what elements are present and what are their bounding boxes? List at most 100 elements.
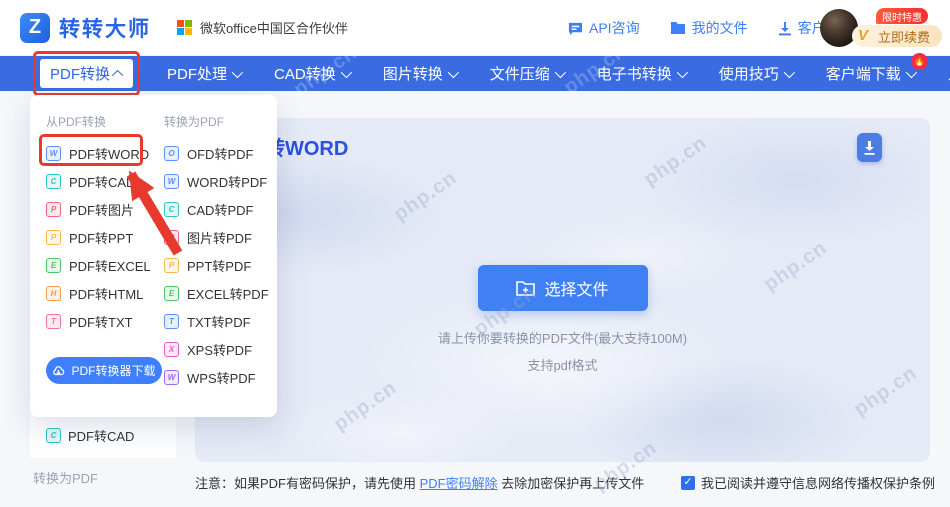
pdf-converter-download-button[interactable]: PDF转换器下载 (46, 357, 162, 384)
dropdown-item-pdf-to-excel[interactable]: E PDF转EXCEL (46, 251, 150, 279)
dropdown-item-pdf-to-image[interactable]: P PDF转图片 (46, 195, 150, 223)
dropdown-column-header: 从PDF转换 (46, 113, 150, 131)
dropdown-column-header: 转换为PDF (164, 113, 277, 131)
note-text: 注意：如果PDF有密码保护，请先使用 (195, 476, 420, 491)
chevron-down-icon (784, 66, 795, 77)
nav-item-client-download[interactable]: 客户端下载 🔥 (826, 63, 914, 84)
agreement-label: 我已阅读并遵守信息网络传播权保护条例 (701, 473, 935, 492)
pdf-convert-dropdown: 从PDF转换 W PDF转WORD C PDF转CAD P PDF转图片 P P… (30, 95, 277, 417)
file-type-icon: E (164, 286, 179, 301)
file-type-icon: T (46, 314, 61, 329)
file-type-icon: W (46, 146, 61, 161)
dropdown-item-excel-to-pdf[interactable]: E EXCEL转PDF (164, 279, 277, 307)
nav-item-image-convert[interactable]: 图片转换 (383, 63, 456, 84)
dropdown-item-wps-to-pdf[interactable]: W WPS转PDF (164, 363, 277, 391)
password-note: 注意：如果PDF有密码保护，请先使用 PDF密码解除 去除加密保护再上传文件 (195, 473, 644, 492)
upload-panel: PDF转WORD 选择文件 请上传你要转换的PDF文件(最大支持100M) 支持… (195, 118, 930, 462)
user-avatar[interactable] (820, 9, 858, 47)
nav-item-ebook-convert[interactable]: 电子书转换 (597, 63, 685, 84)
main-nav: PDF转换 PDF处理 CAD转换 图片转换 文件压缩 电子书转换 使用技巧 客… (0, 56, 950, 91)
upload-hint: 请上传你要转换的PDF文件(最大支持100M) (438, 328, 687, 347)
chat-icon (568, 21, 583, 36)
dropdown-item-ppt-to-pdf[interactable]: P PPT转PDF (164, 251, 277, 279)
site-title: 转转大师 (59, 13, 151, 43)
nav-label: 客户端下载 (826, 63, 901, 84)
dropdown-item-txt-to-pdf[interactable]: T TXT转PDF (164, 307, 277, 335)
api-consult-label: API咨询 (589, 18, 640, 38)
sidebar-section-to-pdf: 转换为PDF (33, 468, 98, 487)
fire-icon: 🔥 (911, 53, 928, 70)
file-type-icon: P (164, 230, 179, 245)
dropdown-item-image-to-pdf[interactable]: P 图片转PDF (164, 223, 277, 251)
chevron-up-icon (112, 69, 123, 80)
vip-icon: V (858, 27, 868, 44)
my-files-link[interactable]: 我的文件 (670, 18, 748, 38)
dropdown-item-pdf-to-cad[interactable]: C PDF转CAD (46, 167, 150, 195)
nav-label: 电子书转换 (597, 63, 672, 84)
chevron-down-icon (677, 66, 688, 77)
note-text: 去除加密保护再上传文件 (498, 476, 645, 491)
file-type-icon: W (164, 370, 179, 385)
chevron-down-icon (447, 66, 458, 77)
nav-label: 文件压缩 (490, 63, 550, 84)
header: Z 转转大师 微软office中国区合作伙伴 API咨询 我的文件 客户端 V … (0, 0, 950, 56)
nav-label: 使用技巧 (719, 63, 779, 84)
file-type-icon: X (164, 342, 179, 357)
dropdown-item-pdf-to-ppt[interactable]: P PDF转PPT (46, 223, 150, 251)
download-icon (778, 21, 792, 36)
dropdown-item-word-to-pdf[interactable]: W WORD转PDF (164, 167, 277, 195)
vip-renew-label: 立即续费 (878, 27, 930, 46)
nav-item-pdf-process[interactable]: PDF处理 (167, 63, 240, 84)
file-type-icon: C (46, 174, 61, 189)
logo-z-icon: Z (20, 13, 50, 43)
sidebar-item-label: PDF转CAD (68, 426, 134, 445)
folder-plus-icon (516, 280, 535, 296)
dropdown-item-pdf-to-txt[interactable]: T PDF转TXT (46, 307, 150, 335)
file-type-icon: W (164, 174, 179, 189)
pdf-password-remove-link[interactable]: PDF密码解除 (420, 476, 498, 491)
vip-renew-button[interactable]: V 立即续费 (852, 25, 942, 47)
file-type-icon: E (46, 258, 61, 273)
api-consult-link[interactable]: API咨询 (568, 18, 640, 38)
download-arrow-icon (863, 140, 876, 156)
dropdown-item-cad-to-pdf[interactable]: C CAD转PDF (164, 195, 277, 223)
nav-item-tips[interactable]: 使用技巧 (719, 63, 792, 84)
download-app-icon[interactable] (857, 133, 882, 162)
agreement-checkbox[interactable]: ✓ (681, 476, 695, 490)
microsoft-logo-icon (177, 20, 192, 35)
nav-label: PDF转换 (50, 63, 110, 84)
converter-download-label: PDF转换器下载 (71, 362, 155, 379)
file-type-icon: H (46, 286, 61, 301)
choose-file-label: 选择文件 (544, 276, 608, 300)
dropdown-item-pdf-to-html[interactable]: H PDF转HTML (46, 279, 150, 307)
my-files-label: 我的文件 (692, 18, 748, 38)
nav-item-file-compress[interactable]: 文件压缩 (490, 63, 563, 84)
nav-item-cad-convert[interactable]: CAD转换 (274, 63, 349, 84)
site-logo[interactable]: Z 转转大师 (20, 13, 151, 43)
dropdown-item-xps-to-pdf[interactable]: X XPS转PDF (164, 335, 277, 363)
nav-label: CAD转换 (274, 63, 336, 84)
cloud-download-icon (52, 365, 65, 377)
file-type-icon: P (164, 258, 179, 273)
format-hint: 支持pdf格式 (527, 355, 597, 374)
nav-item-pdf-convert[interactable]: PDF转换 (40, 59, 133, 88)
file-type-icon: P (46, 230, 61, 245)
dropdown-item-pdf-to-word[interactable]: W PDF转WORD (46, 139, 150, 167)
sidebar-item-pdf-to-cad[interactable]: C PDF转CAD (30, 413, 176, 458)
folder-icon (670, 21, 686, 35)
chevron-down-icon (340, 66, 351, 77)
file-type-icon: C (46, 428, 61, 443)
chevron-down-icon (232, 66, 243, 77)
microsoft-partner: 微软office中国区合作伙伴 (177, 18, 348, 37)
partner-text: 微软office中国区合作伙伴 (200, 18, 348, 37)
chevron-down-icon (554, 66, 565, 77)
nav-label: PDF处理 (167, 63, 227, 84)
file-type-icon: P (46, 202, 61, 217)
promo-badge: 限时特惠 (876, 8, 928, 24)
nav-label: 图片转换 (383, 63, 443, 84)
choose-file-button[interactable]: 选择文件 (478, 265, 648, 311)
file-type-icon: C (164, 202, 179, 217)
file-type-icon: T (164, 314, 179, 329)
dropdown-item-ofd-to-pdf[interactable]: O OFD转PDF (164, 139, 277, 167)
file-type-icon: O (164, 146, 179, 161)
